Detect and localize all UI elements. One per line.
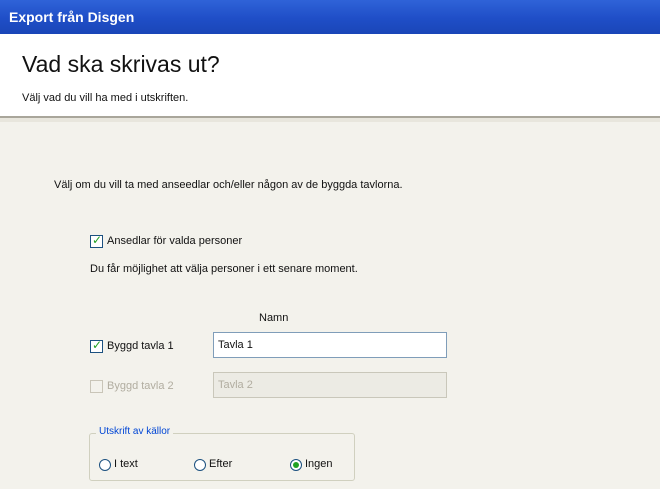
source-radio-efter[interactable] — [194, 459, 206, 471]
source-radio-ingen[interactable] — [290, 459, 302, 471]
anseedlar-label[interactable]: Ansedlar för valda personer — [107, 235, 242, 247]
source-label-efter[interactable]: Efter — [209, 458, 232, 470]
instruction-text: Välj om du vill ta med anseedlar och/ell… — [54, 179, 403, 191]
wizard-header: Vad ska skrivas ut? Välj vad du vill ha … — [0, 34, 660, 116]
anseedlar-note: Du får möjlighet att välja personer i et… — [90, 263, 358, 275]
radio-selected-dot — [293, 462, 299, 468]
source-radio-itext[interactable] — [99, 459, 111, 471]
tavla2-label: Byggd tavla 2 — [107, 380, 174, 392]
page-title: Vad ska skrivas ut? — [22, 51, 220, 77]
tavla2-name-input: Tavla 2 — [213, 372, 447, 398]
sources-groupbox — [89, 433, 355, 481]
checkmark-icon: ✓ — [92, 338, 103, 352]
source-label-itext[interactable]: I text — [114, 458, 138, 470]
title-bar: Export från Disgen — [0, 0, 660, 34]
tavla2-checkbox — [90, 380, 103, 393]
tavla1-name-input[interactable]: Tavla 1 — [213, 332, 447, 358]
checkmark-icon: ✓ — [92, 233, 103, 247]
source-label-ingen[interactable]: Ingen — [305, 458, 333, 470]
header-divider-shadow — [0, 118, 660, 122]
name-column-header: Namn — [259, 312, 289, 324]
window-title: Export från Disgen — [9, 9, 135, 25]
tavla1-checkbox[interactable]: ✓ — [90, 338, 103, 353]
tavla1-label[interactable]: Byggd tavla 1 — [107, 340, 174, 352]
sources-legend: Utskrift av källor — [96, 426, 174, 437]
anseedlar-checkbox[interactable]: ✓ — [90, 233, 103, 248]
page-subtitle: Välj vad du vill ha med i utskriften. — [22, 92, 189, 104]
